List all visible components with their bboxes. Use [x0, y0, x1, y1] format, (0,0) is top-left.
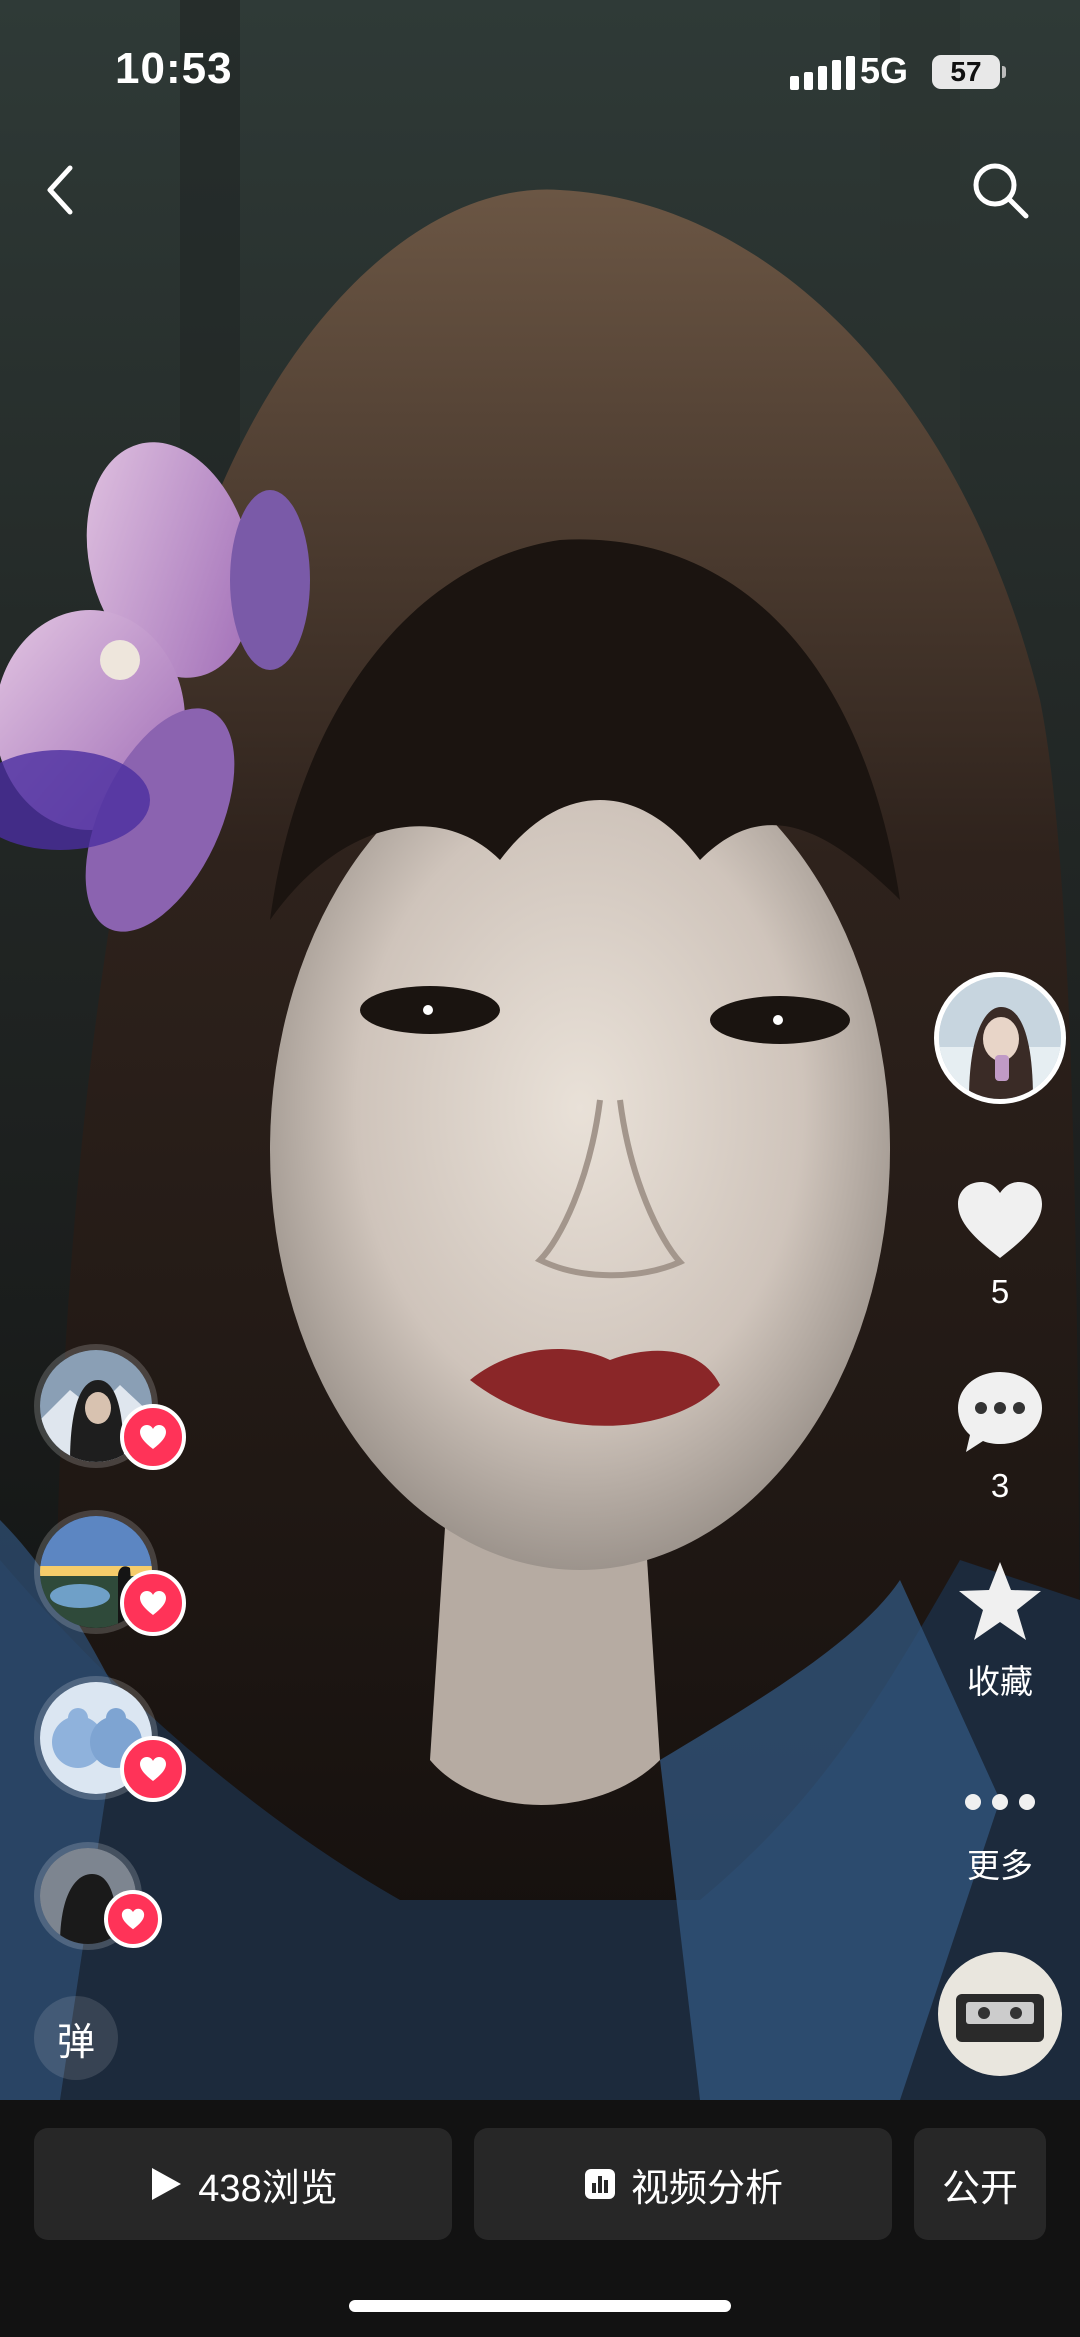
- heart-badge: [120, 1404, 186, 1470]
- author-avatar[interactable]: [934, 972, 1066, 1104]
- favorite-button[interactable]: 收藏: [940, 1558, 1060, 1703]
- liker-avatar[interactable]: [34, 1510, 186, 1636]
- status-time: 10:53: [115, 44, 233, 93]
- visibility-button[interactable]: 公开: [914, 2128, 1046, 2240]
- heart-icon: [140, 1591, 166, 1615]
- heart-icon: [958, 1182, 1042, 1258]
- liker-avatar[interactable]: [34, 1676, 186, 1802]
- network-type: 5G: [860, 50, 909, 91]
- views-label: 438浏览: [198, 2167, 338, 2210]
- liker-avatar[interactable]: [34, 1842, 162, 1950]
- cassette-icon: [956, 1994, 1044, 2042]
- liker-avatar[interactable]: [34, 1344, 186, 1470]
- search-icon: [973, 163, 1029, 219]
- more-button[interactable]: 更多: [940, 1780, 1060, 1887]
- heart-icon: [140, 1757, 166, 1781]
- visibility-label: 公开: [941, 2167, 1018, 2210]
- danmu-toggle-button[interactable]: 弹: [34, 1996, 118, 2080]
- battery-icon: [1002, 66, 1006, 78]
- home-indicator[interactable]: [349, 2300, 731, 2312]
- battery-level: 57: [932, 55, 1000, 89]
- heart-badge: [120, 1570, 186, 1636]
- star-icon: [959, 1562, 1041, 1640]
- back-button[interactable]: [38, 160, 88, 220]
- avatar-image: [939, 977, 1061, 1099]
- analytics-icon: [584, 2169, 615, 2199]
- favorite-label: 收藏: [967, 1663, 1033, 1700]
- analytics-label: 视频分析: [630, 2167, 783, 2210]
- comment-count: 3: [990, 1467, 1010, 1504]
- views-button[interactable]: 438浏览: [34, 2128, 452, 2240]
- danmu-label: 弹: [56, 2021, 95, 2064]
- like-button[interactable]: 5: [940, 1178, 1060, 1311]
- music-disc[interactable]: [938, 1952, 1062, 2076]
- video-analytics-button[interactable]: 视频分析: [474, 2128, 892, 2240]
- more-label: 更多: [967, 1847, 1033, 1884]
- search-button[interactable]: [968, 158, 1032, 222]
- heart-icon: [140, 1425, 166, 1449]
- comment-icon: [958, 1372, 1042, 1452]
- like-count: 5: [990, 1273, 1010, 1310]
- heart-badge: [104, 1890, 162, 1948]
- comment-button[interactable]: 3: [940, 1368, 1060, 1505]
- play-icon: [152, 2168, 182, 2200]
- heart-badge: [120, 1736, 186, 1802]
- chevron-left-icon: [47, 165, 73, 215]
- more-icon: [965, 1794, 1035, 1810]
- signal-icon: [790, 56, 855, 90]
- heart-icon: [121, 1908, 145, 1930]
